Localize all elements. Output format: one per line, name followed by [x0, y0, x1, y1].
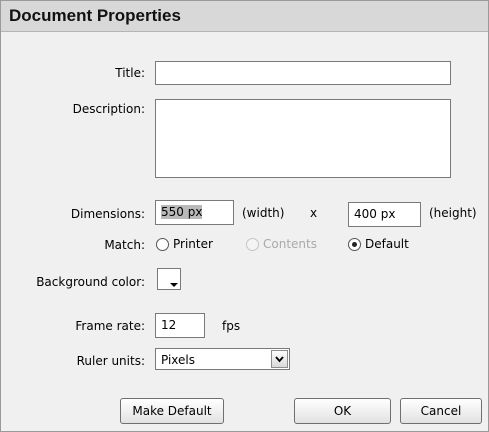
- dimensions-separator: x: [310, 206, 318, 220]
- fps-unit-label: fps: [222, 319, 241, 333]
- contents-radio-circle: [246, 237, 259, 251]
- window-title: Document Properties: [9, 6, 181, 25]
- dimensions-label: Dimensions:: [70, 207, 145, 221]
- chevron-down-icon: [170, 283, 178, 287]
- width-value: 550 px: [161, 205, 203, 219]
- match-default-radio[interactable]: Default: [348, 237, 409, 251]
- title-label: Title:: [115, 66, 145, 80]
- description-textarea[interactable]: [155, 99, 451, 178]
- match-contents-radio: Contents: [246, 237, 317, 251]
- chevron-down-icon[interactable]: [271, 350, 288, 368]
- make-default-button[interactable]: Make Default: [120, 398, 224, 424]
- printer-radio-label: Printer: [173, 237, 213, 251]
- contents-radio-label: Contents: [263, 237, 317, 251]
- frame-rate-input[interactable]: 12: [155, 313, 205, 338]
- cancel-button[interactable]: Cancel: [400, 398, 482, 424]
- frame-rate-label: Frame rate:: [75, 319, 145, 333]
- height-value: 400 px: [354, 207, 396, 221]
- document-properties-dialog: Document Properties Title: Description: …: [0, 0, 489, 432]
- match-printer-radio[interactable]: Printer: [156, 237, 213, 251]
- default-radio-circle: [348, 237, 361, 251]
- ok-button[interactable]: OK: [294, 398, 391, 424]
- height-unit-label: (height): [429, 206, 477, 220]
- ruler-units-value: Pixels: [161, 353, 196, 367]
- title-bar: Document Properties: [1, 1, 488, 32]
- default-radio-label: Default: [365, 237, 409, 251]
- description-label: Description:: [72, 102, 145, 116]
- background-color-swatch[interactable]: [157, 268, 181, 290]
- ruler-units-label: Ruler units:: [76, 354, 145, 368]
- frame-rate-value: 12: [161, 318, 177, 332]
- height-input[interactable]: 400 px: [348, 202, 421, 227]
- title-input[interactable]: [155, 61, 451, 85]
- printer-radio-circle: [156, 237, 169, 251]
- width-unit-label: (width): [242, 206, 285, 220]
- match-label: Match:: [104, 238, 145, 252]
- ruler-units-select[interactable]: Pixels: [155, 348, 290, 370]
- radio-selected-dot: [352, 241, 357, 247]
- background-color-label: Background color:: [36, 275, 145, 289]
- width-input[interactable]: 550 px: [155, 200, 234, 225]
